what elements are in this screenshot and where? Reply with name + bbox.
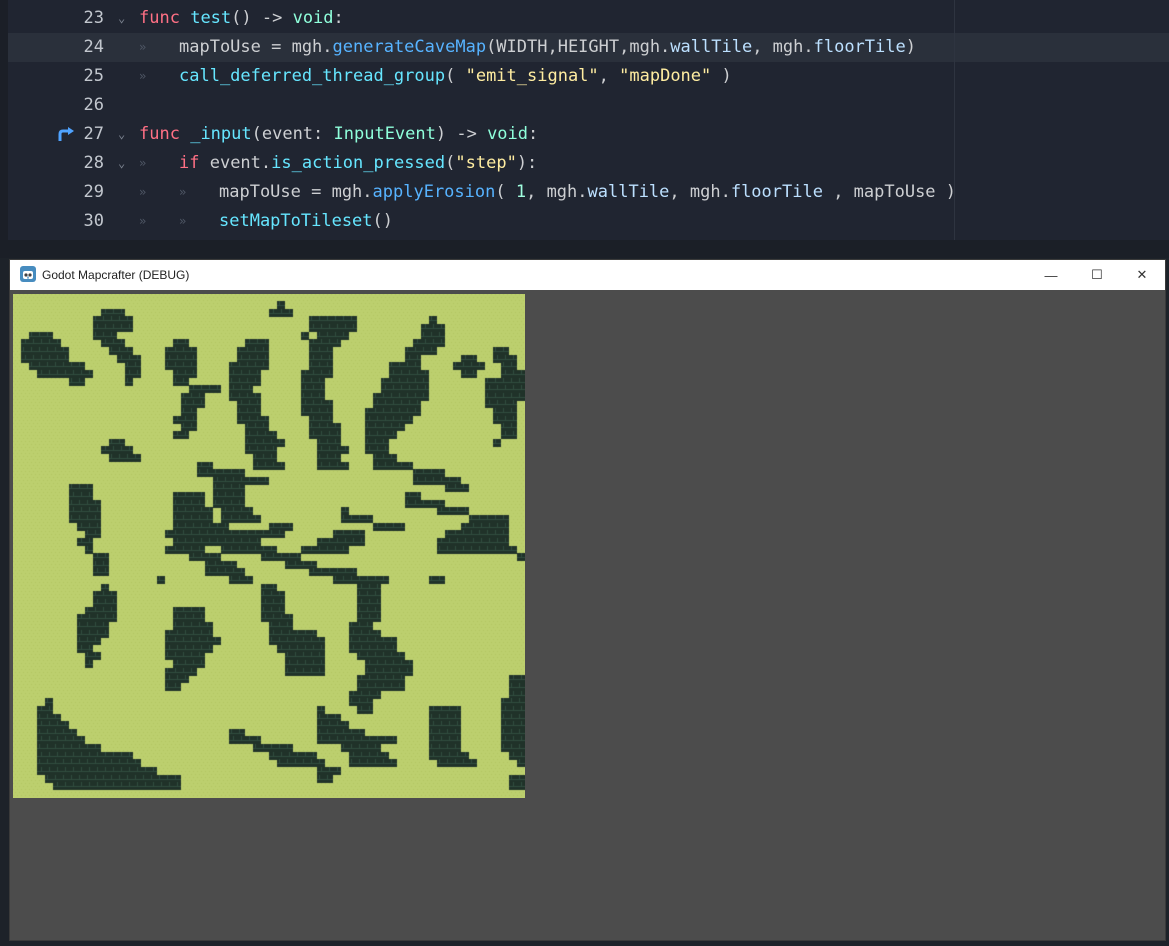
maximize-button[interactable]: ☐ — [1074, 260, 1120, 290]
line-length-guide — [954, 0, 955, 240]
code-token: : — [528, 124, 539, 144]
code-token: wallTile — [587, 182, 670, 202]
line-number: 30 — [83, 211, 104, 231]
code-token: void — [292, 8, 334, 28]
code-token: func — [139, 124, 180, 144]
code-text: setMapToTileset() — [219, 207, 393, 236]
code-token: if — [179, 153, 200, 173]
code-token: ) — [905, 37, 916, 57]
fold-chevron-icon[interactable]: ⌄ — [118, 149, 132, 178]
code-text: mapToUse = mgh.generateCaveMap(WIDTH,HEI… — [179, 33, 916, 62]
line-number: 28 — [83, 153, 104, 173]
code-token: applyErosion — [372, 182, 496, 202]
line-number: 27 — [83, 124, 104, 144]
code-token: InputEvent — [333, 124, 436, 144]
code-token: (WIDTH,HEIGHT,mgh. — [486, 37, 671, 57]
code-line[interactable]: 30 » » setMapToTileset() — [8, 207, 1169, 236]
code-token: () -> — [231, 8, 293, 28]
code-token: ) — [711, 66, 732, 86]
code-token: , mgh. — [752, 37, 814, 57]
godot-icon — [20, 266, 36, 282]
code-line[interactable]: 28 ⌄ » if event.is_action_pressed("step"): — [8, 149, 1169, 178]
code-token: test — [190, 8, 232, 28]
window-titlebar[interactable]: Godot Mapcrafter (DEBUG) — ☐ ✕ — [10, 260, 1165, 290]
code-line[interactable]: 24 » mapToUse = mgh.generateCaveMap(WIDTH,… — [8, 33, 1169, 62]
code-token: func — [139, 8, 180, 28]
code-line[interactable]: 25 » call_deferred_thread_group( "emit_sig… — [8, 62, 1169, 91]
code-line[interactable]: 23 ⌄ func test() -> void: — [8, 4, 1169, 33]
code-token: ): — [516, 153, 538, 173]
game-window[interactable]: Godot Mapcrafter (DEBUG) — ☐ ✕ — [10, 260, 1165, 940]
editor-left-rail — [0, 0, 8, 258]
code-line[interactable]: 26 — [8, 91, 1169, 120]
code-text: call_deferred_thread_group( "emit_signal… — [179, 62, 732, 91]
code-token: , mgh. — [669, 182, 731, 202]
code-text: func _input(event: InputEvent) -> void: — [139, 120, 538, 149]
fold-chevron-icon[interactable]: ⌄ — [118, 4, 132, 33]
code-token: is_action_pressed — [271, 153, 446, 173]
code-token: mapToUse = mgh. — [179, 37, 333, 57]
code-token: , mapToUse ) — [822, 182, 957, 202]
code-text: if event.is_action_pressed("step"): — [179, 149, 537, 178]
code-text: mapToUse = mgh.applyErosion( 1, mgh.wall… — [219, 178, 956, 207]
code-token: : — [333, 8, 344, 28]
code-token: , mgh. — [526, 182, 588, 202]
code-editor[interactable]: 23 ⌄ func test() -> void: 24» mapToUse = mgh… — [0, 0, 1169, 258]
game-viewport[interactable] — [10, 290, 1165, 940]
code-token: _input — [190, 124, 252, 144]
tab-indent-icon: » — [139, 69, 147, 83]
code-token: wallTile — [670, 37, 753, 57]
minimize-icon: — — [1044, 267, 1058, 283]
code-token: call_deferred_thread_group — [179, 66, 446, 86]
line-number: 29 — [83, 182, 104, 202]
code-token: void — [487, 124, 529, 144]
code-line[interactable]: 27 ⌄ func _input(event: InputEvent) -> voi… — [8, 120, 1169, 149]
code-token: ( — [495, 182, 516, 202]
tab-indent-icon: » — [179, 185, 187, 199]
close-icon: ✕ — [1136, 267, 1148, 282]
code-token: mapToUse = mgh. — [219, 182, 373, 202]
code-text: func test() -> void: — [139, 4, 344, 33]
code-token: ( — [445, 153, 456, 173]
tab-indent-icon: » — [139, 214, 147, 228]
code-token: floorTile — [730, 182, 823, 202]
code-token: generateCaveMap — [332, 37, 487, 57]
code-token: "emit_signal" — [465, 66, 599, 86]
code-token: floorTile — [813, 37, 906, 57]
tab-indent-icon: » — [139, 156, 147, 170]
fold-chevron-icon[interactable]: ⌄ — [118, 120, 132, 149]
code-token: , — [598, 66, 620, 86]
code-token: (event: — [251, 124, 334, 144]
code-token: () — [372, 211, 394, 231]
code-line[interactable]: 29»» mapToUse = mgh.applyErosion( 1, mgh.… — [8, 178, 1169, 207]
close-button[interactable]: ✕ — [1119, 260, 1165, 290]
code-token: ) -> — [435, 124, 488, 144]
tab-indent-icon: » — [179, 214, 187, 228]
line-number: 24 — [83, 37, 104, 57]
editor-bottom-bar — [0, 240, 1169, 258]
code-token: "step" — [455, 153, 517, 173]
window-title: Godot Mapcrafter (DEBUG) — [42, 268, 190, 282]
code-token: event. — [199, 153, 272, 173]
code-token: setMapToTileset — [219, 211, 373, 231]
code-token: "mapDone" — [619, 66, 712, 86]
code-token: 1 — [515, 182, 527, 202]
cave-tilemap — [13, 294, 525, 798]
minimize-button[interactable]: — — [1028, 260, 1074, 290]
line-number: 25 — [83, 66, 104, 86]
code-token: ( — [445, 66, 466, 86]
tab-indent-icon: » — [139, 40, 147, 54]
line-number: 26 — [83, 95, 104, 115]
tab-indent-icon: » — [139, 185, 147, 199]
maximize-icon: ☐ — [1091, 267, 1103, 282]
line-number: 23 — [83, 8, 104, 28]
